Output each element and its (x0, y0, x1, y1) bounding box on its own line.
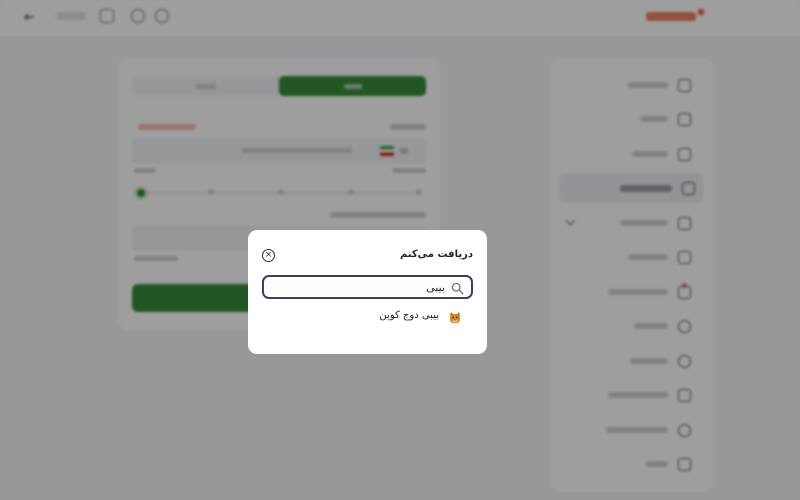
modal-title: دریافت می‌کنم (399, 249, 473, 260)
coin-select-modal: دریافت می‌کنم × بیبی دوج کوین (248, 230, 487, 354)
search-box[interactable] (262, 275, 473, 299)
close-icon: × (264, 250, 273, 260)
search-icon (451, 280, 464, 295)
dog-coin-icon (449, 309, 461, 323)
coin-name: بیبی دوج کوین (379, 309, 439, 321)
close-button[interactable]: × (262, 249, 275, 262)
list-item[interactable]: بیبی دوج کوین (262, 306, 473, 324)
search-input[interactable] (285, 280, 445, 294)
